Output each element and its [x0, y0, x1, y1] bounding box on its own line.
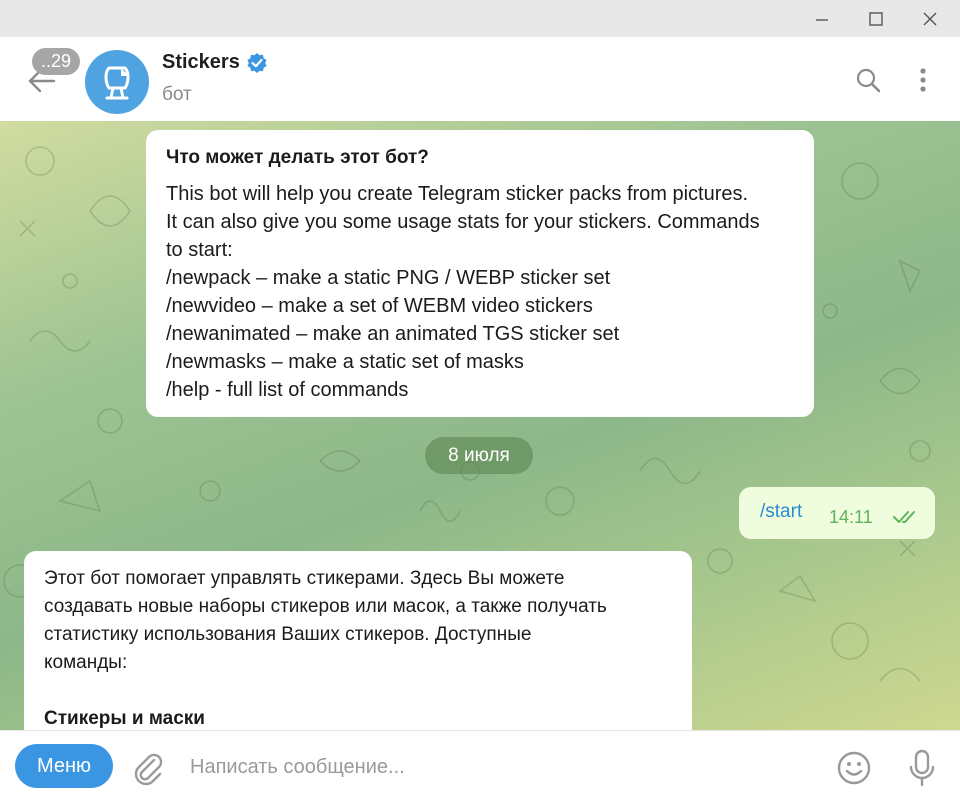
- message-time: 14:11: [829, 507, 873, 527]
- incoming-message-line: статистику использования Ваших стикеров.…: [44, 624, 532, 645]
- sticker-bot-avatar-icon: [104, 66, 130, 100]
- voice-message-button[interactable]: [902, 747, 942, 789]
- more-vertical-icon: [920, 68, 926, 92]
- attach-button[interactable]: [128, 748, 168, 788]
- window-titlebar: [0, 0, 960, 37]
- intro-command-newvideo: /newvideo – make a set of WEBM video sti…: [166, 295, 593, 317]
- incoming-message-line: Этот бот помогает управлять стикерами. З…: [44, 568, 565, 589]
- message-composer: Меню: [0, 730, 960, 802]
- search-button[interactable]: [850, 62, 886, 98]
- minimize-icon: [816, 18, 828, 21]
- paperclip-icon: [134, 753, 163, 786]
- message-input[interactable]: [190, 749, 800, 785]
- chat-header: ..29 Stickers бот: [0, 37, 960, 121]
- bot-menu-button[interactable]: Меню: [15, 744, 113, 788]
- date-separator: 8 июля: [425, 437, 533, 474]
- avatar[interactable]: [85, 50, 149, 114]
- emoji-icon: [837, 751, 871, 785]
- incoming-message-heading: Стикеры и маски: [44, 708, 205, 729]
- incoming-message-spacer: [44, 677, 672, 705]
- intro-title: Что может делать этот бот?: [166, 147, 429, 168]
- verified-badge-icon: [247, 52, 267, 73]
- search-icon: [856, 68, 881, 93]
- outgoing-message-text[interactable]: /start: [760, 501, 802, 523]
- chat-messages-area[interactable]: Что может делать этот бот? This bot will…: [0, 121, 960, 730]
- chat-title: Stickers: [162, 51, 240, 73]
- minimize-button[interactable]: [800, 0, 844, 37]
- bot-intro-card: Что может делать этот бот? This bot will…: [146, 130, 814, 417]
- intro-command-newanimated: /newanimated – make an animated TGS stic…: [166, 323, 620, 345]
- emoji-button[interactable]: [834, 748, 874, 788]
- incoming-message-line: создавать новые наборы стикеров или масо…: [44, 596, 607, 617]
- more-options-button[interactable]: [905, 62, 941, 98]
- intro-command-newpack: /newpack – make a static PNG / WEBP stic…: [166, 267, 611, 289]
- intro-line: This bot will help you create Telegram s…: [166, 183, 749, 205]
- unread-count-badge: ..29: [32, 48, 80, 75]
- intro-command-help: /help - full list of commands: [166, 379, 409, 401]
- intro-line: It can also give you some usage stats fo…: [166, 211, 760, 233]
- intro-command-newmasks: /newmasks – make a static set of masks: [166, 351, 524, 373]
- outgoing-message[interactable]: /start 14:11: [739, 487, 935, 539]
- chat-title-area[interactable]: Stickers: [162, 51, 268, 74]
- incoming-message-line: команды:: [44, 652, 128, 673]
- chat-status: бот: [162, 84, 192, 105]
- incoming-message: Этот бот помогает управлять стикерами. З…: [24, 551, 692, 730]
- close-icon: [923, 12, 937, 25]
- intro-line: to start:: [166, 239, 233, 261]
- microphone-icon: [909, 749, 935, 787]
- close-button[interactable]: [908, 0, 952, 37]
- double-check-icon: [893, 511, 915, 523]
- maximize-icon: [869, 11, 883, 26]
- maximize-button[interactable]: [854, 0, 898, 37]
